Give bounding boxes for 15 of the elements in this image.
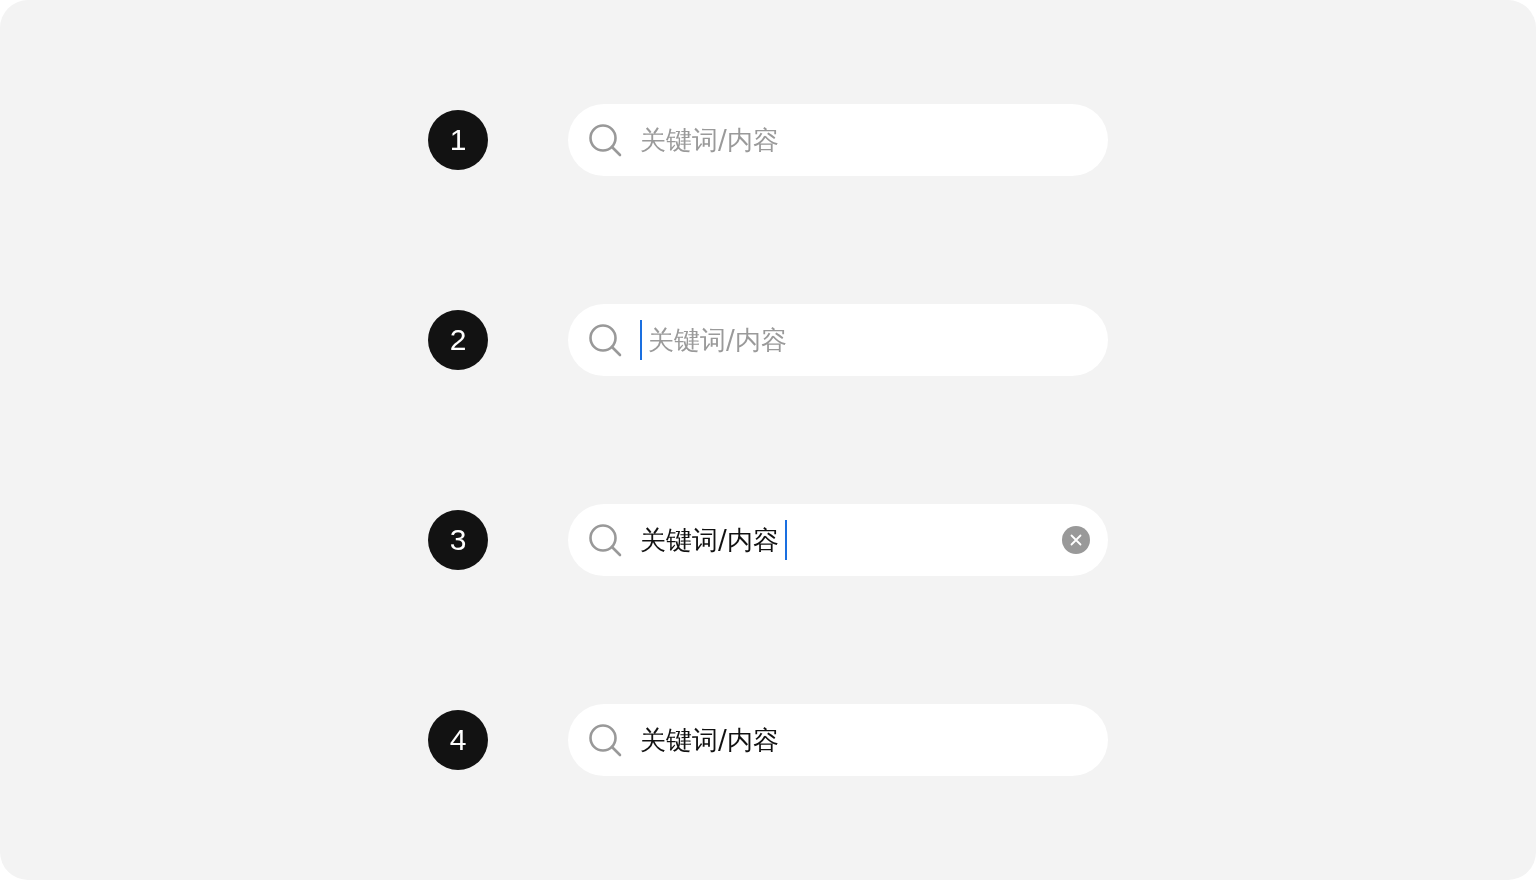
search-text: 关键词/内容 [640, 523, 779, 557]
search-field[interactable]: 关键词/内容 [568, 704, 1108, 776]
search-placeholder: 关键词/内容 [648, 323, 787, 357]
search-text: 关键词/内容 [640, 723, 779, 757]
step-number: 3 [428, 510, 488, 570]
search-icon [588, 123, 622, 157]
search-icon [588, 323, 622, 357]
search-placeholder: 关键词/内容 [640, 123, 779, 157]
step-number: 1 [428, 110, 488, 170]
search-icon [588, 723, 622, 757]
search-field[interactable]: 关键词/内容 [568, 504, 1108, 576]
step-number: 2 [428, 310, 488, 370]
step-number: 4 [428, 710, 488, 770]
search-icon [588, 523, 622, 557]
clear-button[interactable] [1062, 526, 1090, 554]
